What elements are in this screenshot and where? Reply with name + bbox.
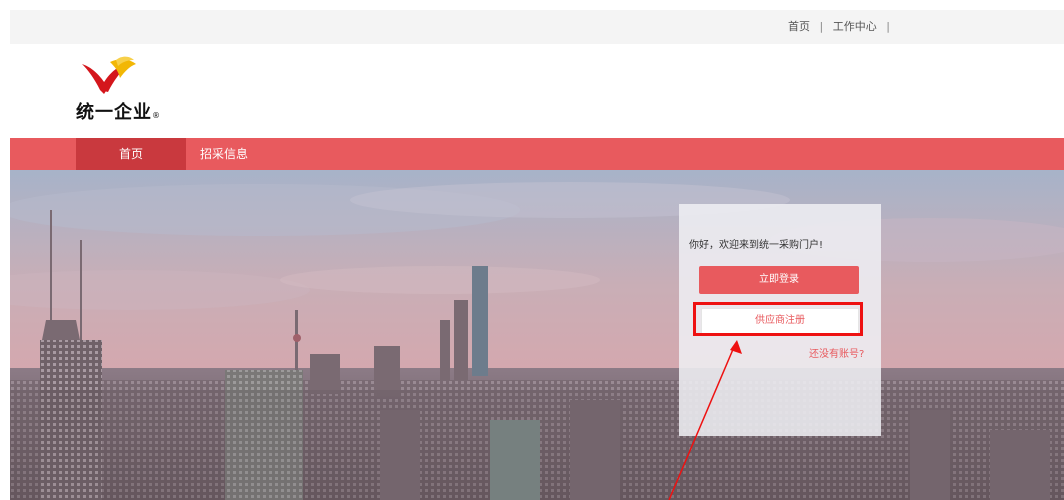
brand-name-text: 统一企业 — [76, 102, 152, 123]
top-link-work-center[interactable]: 工作中心 — [833, 10, 877, 44]
top-link-separator: | — [886, 20, 890, 33]
nav-item-bidding-info[interactable]: 招采信息 — [200, 138, 280, 170]
annotation-highlight-box — [693, 302, 863, 336]
top-bar: 首页 | 工作中心 | — [10, 10, 1064, 44]
main-nav: 首页 招采信息 — [10, 138, 1064, 170]
registered-mark: ® — [152, 111, 161, 120]
login-button[interactable]: 立即登录 — [699, 266, 859, 294]
uni-president-logo-icon — [82, 56, 136, 94]
city-skyline-image — [10, 170, 1064, 500]
brand-logo[interactable]: 统一企业® — [60, 56, 170, 124]
login-panel: 你好，欢迎来到统一采购门户! 立即登录 供应商注册 还没有账号? — [679, 204, 881, 436]
top-link-home[interactable]: 首页 — [788, 10, 810, 44]
nav-item-home[interactable]: 首页 — [76, 138, 186, 170]
no-account-link[interactable]: 还没有账号? — [809, 345, 864, 360]
welcome-message: 你好，欢迎来到统一采购门户! — [689, 240, 824, 251]
top-link-separator: | — [819, 20, 824, 33]
brand-name: 统一企业® — [76, 98, 161, 124]
top-links: 首页 | 工作中心 | — [788, 10, 896, 44]
hero-banner — [10, 170, 1064, 500]
